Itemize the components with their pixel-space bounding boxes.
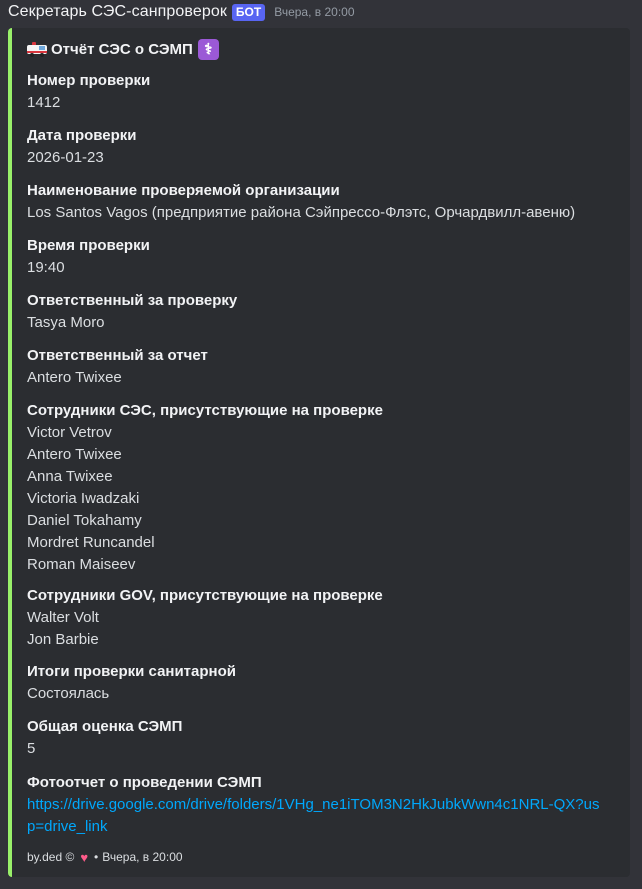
- field-name: Сотрудники СЭС, присутствующие на провер…: [27, 402, 383, 419]
- field-value: 19:40: [27, 259, 65, 276]
- field-name: Ответственный за отчет: [27, 347, 208, 364]
- field-name: Итоги проверки санитарной: [27, 663, 236, 680]
- footer-text: by.ded ©: [27, 850, 75, 864]
- field-value: Walter Volt: [27, 609, 99, 626]
- embed-title: Отчёт СЭС о СЭМП ⚕: [27, 38, 219, 60]
- field-value: Daniel Tokahamy: [27, 512, 142, 529]
- embed-field: Наименование проверяемой организации Los …: [27, 180, 627, 224]
- embed-field: Ответственный за проверку Tasya Moro: [27, 290, 627, 334]
- field-name: Номер проверки: [27, 72, 151, 89]
- field-name: Ответственный за проверку: [27, 292, 238, 309]
- field-value-link[interactable]: https://drive.google.com/drive/folders/1…: [27, 794, 607, 838]
- field-value: 2026-01-23: [27, 149, 104, 166]
- field-value: Victoria Iwadzaki: [27, 490, 140, 507]
- footer-separator: •: [94, 850, 99, 864]
- field-value: 1412: [27, 94, 61, 111]
- heart-icon: ♥: [80, 849, 89, 865]
- field-value: Antero Twixee: [27, 446, 122, 463]
- field-value: Los Santos Vagos (предприятие района Сэй…: [27, 204, 576, 221]
- field-name: Сотрудники GOV, присутствующие на провер…: [27, 587, 383, 604]
- embed-field: Сотрудники GOV, присутствующие на провер…: [27, 585, 627, 651]
- footer-timestamp: Вчера, в 20:00: [102, 850, 183, 864]
- author-name[interactable]: Секретарь СЭС-санпроверок: [8, 3, 227, 21]
- medical-symbol-icon: ⚕: [197, 38, 219, 60]
- message-timestamp[interactable]: Вчера, в 20:00: [274, 5, 354, 19]
- field-value: Roman Maiseev: [27, 556, 136, 573]
- field-value: Jon Barbie: [27, 631, 99, 648]
- field-name: Фотоотчет о проведении СЭМП: [27, 774, 262, 791]
- embed-field: Общая оценка СЭМП 5: [27, 716, 627, 760]
- field-value: Состоялась: [27, 685, 110, 702]
- embed-field: Дата проверки 2026-01-23: [27, 125, 627, 169]
- field-name: Наименование проверяемой организации: [27, 182, 340, 199]
- embed-title-text: Отчёт СЭС о СЭМП: [51, 40, 193, 58]
- field-name: Общая оценка СЭМП: [27, 718, 183, 735]
- field-value: Tasya Moro: [27, 314, 105, 331]
- bot-badge: БОТ: [231, 3, 266, 21]
- embed-field: Фотоотчет о проведении СЭМП https://drive…: [27, 772, 627, 838]
- field-value: 5: [27, 740, 36, 757]
- embed-field: Итоги проверки санитарной Состоялась: [27, 661, 627, 705]
- embed-field: Время проверки 19:40: [27, 235, 627, 279]
- field-name: Время проверки: [27, 237, 150, 254]
- embed-field: Сотрудники СЭС, присутствующие на провер…: [27, 400, 627, 576]
- field-value: Anna Twixee: [27, 468, 113, 485]
- embed-field: Номер проверки 1412: [27, 70, 627, 114]
- embed-field: Ответственный за отчет Antero Twixee: [27, 345, 627, 389]
- message-header: Секретарь СЭС-санпроверок БОТ Вчера, в 2…: [8, 0, 355, 24]
- field-value: Mordret Runcandel: [27, 534, 155, 551]
- embed-footer: by.ded © ♥ • Вчера, в 20:00: [27, 847, 183, 867]
- ambulance-icon: [27, 41, 47, 57]
- field-value: Victor Vetrov: [27, 424, 112, 441]
- field-value: Antero Twixee: [27, 369, 122, 386]
- embed-card: Отчёт СЭС о СЭМП ⚕ Номер проверки 1412 Дат…: [8, 28, 630, 877]
- field-name: Дата проверки: [27, 127, 137, 144]
